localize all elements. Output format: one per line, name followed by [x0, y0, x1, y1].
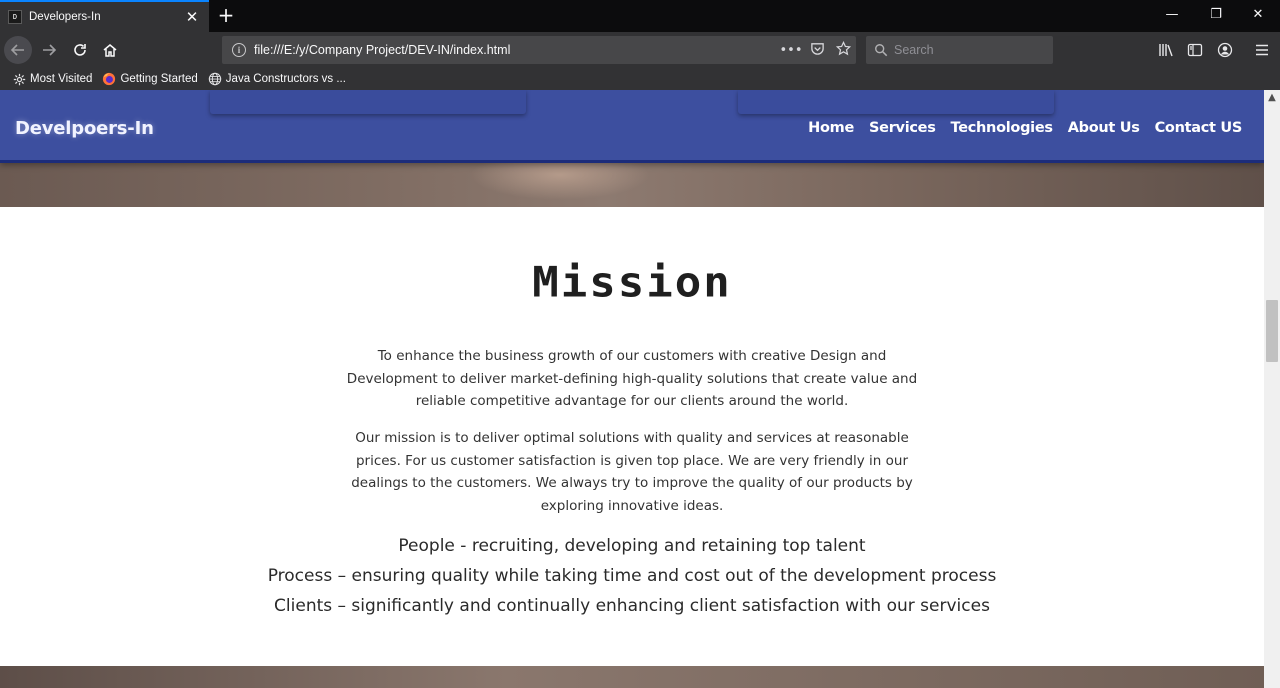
mission-paragraph-1: To enhance the business growth of our cu…	[346, 348, 918, 409]
scroll-up-arrow-icon[interactable]: ▲	[1264, 90, 1280, 106]
account-icon	[1217, 42, 1233, 58]
page-actions-icon[interactable]: •••	[778, 43, 804, 58]
reload-button[interactable]	[66, 36, 94, 64]
reload-icon	[74, 44, 86, 56]
site-favicon-icon: D	[8, 10, 22, 24]
bookmark-label: Most Visited	[30, 73, 93, 85]
bookmark-label: Java Constructors vs ...	[225, 73, 346, 85]
menu-button[interactable]	[1250, 38, 1274, 62]
tab-bar: D Developers-In ✕ + — ❐ ✕	[0, 0, 1280, 32]
back-button[interactable]	[4, 36, 32, 64]
sidebar-icon	[1187, 43, 1203, 57]
site-logo[interactable]: Develpoers-In	[15, 118, 154, 139]
header-card-left	[210, 90, 526, 114]
pocket-icon[interactable]	[804, 41, 830, 60]
mission-title: Mission	[532, 258, 732, 307]
library-button[interactable]	[1154, 38, 1178, 62]
restore-button[interactable]: ❐	[1194, 0, 1238, 32]
library-icon	[1159, 44, 1173, 57]
hamburger-menu-icon	[1256, 44, 1268, 56]
sidebar-button[interactable]	[1183, 38, 1207, 62]
bookmark-java-constructors[interactable]: Java Constructors vs ...	[208, 72, 346, 86]
home-icon	[103, 44, 117, 57]
bookmark-label: Getting Started	[120, 73, 198, 85]
bookmark-getting-started[interactable]: Getting Started	[102, 72, 198, 86]
mission-points: People - recruiting, developing and reta…	[0, 531, 1264, 621]
tab-title: Developers-In	[29, 11, 101, 23]
globe-icon	[208, 72, 222, 86]
search-icon	[875, 44, 888, 57]
mission-paragraph-2: Our mission is to deliver optimal soluti…	[351, 430, 913, 514]
arrow-right-icon	[43, 44, 57, 56]
nav-link-technologies[interactable]: Technologies	[951, 120, 1053, 136]
tab-close-icon[interactable]: ✕	[183, 8, 201, 26]
mission-section: Mission To enhance the business growth o…	[0, 207, 1264, 666]
mission-point-process: Process – ensuring quality while taking …	[267, 566, 997, 586]
nav-link-services[interactable]: Services	[869, 120, 936, 136]
nav-link-home[interactable]: Home	[808, 120, 854, 136]
search-input[interactable]	[894, 43, 1044, 57]
bookmarks-toolbar: Most Visited Getting Started Java Constr…	[0, 68, 1280, 90]
nav-link-about-us[interactable]: About Us	[1068, 120, 1140, 136]
forward-button[interactable]	[35, 36, 63, 64]
bookmark-most-visited[interactable]: Most Visited	[12, 72, 92, 86]
info-icon[interactable]: i	[232, 43, 246, 57]
url-text[interactable]: file:///E:/y/Company Project/DEV-IN/inde…	[254, 43, 778, 57]
minimize-button[interactable]: —	[1150, 0, 1194, 32]
search-bar[interactable]	[866, 36, 1053, 64]
scrollbar-thumb[interactable]	[1266, 300, 1278, 362]
nav-link-contact-us[interactable]: Contact US	[1155, 120, 1243, 136]
firefox-icon	[102, 72, 116, 86]
mission-point-clients: Clients – significantly and continually …	[274, 596, 990, 616]
site-navigation: Home Services Technologies About Us Cont…	[808, 120, 1242, 136]
window-close-button[interactable]: ✕	[1236, 0, 1280, 32]
tab-developers-in[interactable]: D Developers-In ✕	[0, 0, 209, 32]
account-button[interactable]	[1213, 38, 1237, 62]
site-header: Develpoers-In Home Services Technologies…	[0, 90, 1264, 163]
new-tab-button[interactable]: +	[215, 4, 237, 26]
header-card-right	[738, 90, 1054, 114]
arrow-left-icon	[10, 44, 24, 56]
page-viewport: Develpoers-In Home Services Technologies…	[0, 90, 1264, 688]
next-section-image	[0, 666, 1264, 688]
bookmark-star-icon[interactable]	[830, 40, 856, 60]
mission-point-people: People - recruiting, developing and reta…	[398, 536, 866, 556]
gear-icon	[12, 72, 26, 86]
home-button[interactable]	[96, 36, 124, 64]
url-bar[interactable]: i file:///E:/y/Company Project/DEV-IN/in…	[222, 36, 856, 64]
page-scrollbar[interactable]: ▲	[1264, 90, 1280, 688]
